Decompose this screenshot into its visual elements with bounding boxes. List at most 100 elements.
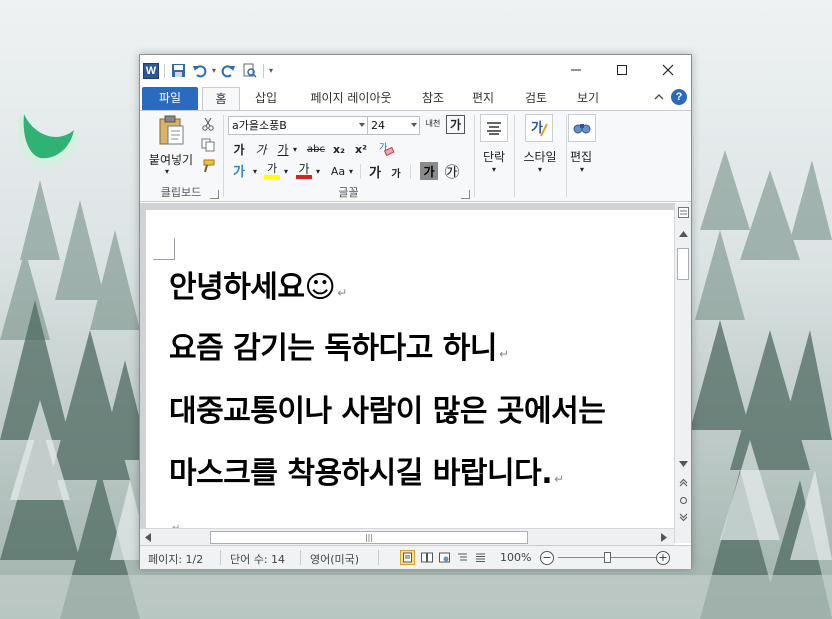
doc-line-4[interactable]: 마스크를 착용하시길 바랍니다. ↵	[169, 448, 564, 492]
font-name-dropdown-icon[interactable]	[359, 123, 365, 127]
doc-line-1-text: 안녕하세요☺	[169, 270, 336, 305]
editing-button[interactable]: 편집	[561, 148, 601, 165]
tab-references[interactable]: 참조	[416, 87, 450, 110]
document-area: 안녕하세요☺ ↵ 요즘 감기는 독하다고 하니 ↵ 대중교통이나 사람이 많은 곳에…	[140, 203, 691, 543]
vertical-scroll-thumb[interactable]	[677, 248, 689, 280]
scroll-left-icon[interactable]	[145, 533, 151, 542]
language-indicator[interactable]: 영어(미국)	[310, 551, 359, 567]
paragraph-dropdown-icon[interactable]: ▾	[489, 164, 499, 174]
zoom-out-button[interactable]: −	[540, 551, 554, 565]
tab-home[interactable]: 홈	[202, 87, 240, 111]
tab-mailings[interactable]: 편지	[466, 87, 500, 110]
styles-group: 가 스타일 ▾	[515, 111, 565, 202]
paragraph-icon[interactable]	[480, 114, 508, 142]
doc-line-1[interactable]: 안녕하세요☺ ↵	[169, 262, 347, 306]
undo-dropdown-icon[interactable]: ▾	[212, 66, 216, 75]
word-app-icon[interactable]: W	[143, 62, 159, 79]
styles-button[interactable]: 스타일	[515, 148, 565, 165]
undo-icon[interactable]	[191, 62, 208, 79]
full-screen-reading-view-icon[interactable]	[419, 550, 434, 565]
save-icon[interactable]	[170, 62, 187, 79]
italic-button[interactable]: 가	[252, 140, 270, 158]
scroll-up-icon[interactable]	[679, 231, 688, 237]
underline-dropdown-icon[interactable]: ▾	[290, 140, 300, 158]
ruler-toggle-icon[interactable]	[678, 207, 689, 218]
shrink-font-button[interactable]: 가	[388, 164, 404, 180]
qat-separator	[164, 63, 165, 78]
maximize-button[interactable]	[599, 55, 645, 84]
print-preview-icon[interactable]	[241, 62, 258, 79]
tab-view[interactable]: 보기	[571, 87, 605, 110]
text-effects-button[interactable]: 가	[230, 162, 252, 180]
collapse-ribbon-icon[interactable]	[654, 93, 664, 101]
paste-button[interactable]: 붙여넣기	[144, 151, 198, 168]
help-icon[interactable]: ?	[671, 89, 687, 105]
tab-review[interactable]: 검토	[519, 87, 553, 110]
paragraph-button[interactable]: 단락	[475, 148, 513, 165]
change-case-button[interactable]: Aa	[328, 162, 348, 180]
font-row-separator	[360, 164, 361, 179]
scroll-right-icon[interactable]	[661, 533, 667, 542]
web-layout-view-icon[interactable]	[437, 550, 452, 565]
word-count[interactable]: 단어 수: 14	[230, 551, 285, 567]
font-color-button[interactable]: 가	[294, 161, 314, 181]
font-name-input[interactable]: a가을소풍B	[228, 116, 368, 135]
horizontal-scrollbar[interactable]: |||	[140, 528, 674, 545]
doc-line-2[interactable]: 요즘 감기는 독하다고 하니 ↵	[169, 323, 509, 367]
draft-view-icon[interactable]	[473, 550, 488, 565]
vertical-scrollbar[interactable]	[674, 203, 691, 543]
tab-file[interactable]: 파일	[142, 87, 198, 110]
font-color-dropdown-icon[interactable]: ▾	[314, 162, 322, 180]
cut-icon[interactable]	[200, 116, 216, 132]
redo-icon[interactable]	[220, 62, 237, 79]
enclose-characters-button[interactable]: ㉮	[442, 161, 462, 181]
next-page-icon[interactable]	[679, 513, 688, 522]
horizontal-scroll-thumb[interactable]: |||	[210, 531, 528, 544]
text-effects-dropdown-icon[interactable]: ▾	[251, 162, 259, 180]
highlight-button[interactable]: 가	[262, 161, 282, 181]
grow-font-button[interactable]: 가	[366, 162, 384, 181]
font-size-input[interactable]: 24	[367, 116, 420, 135]
tab-page-layout[interactable]: 페이지 레이아웃	[298, 87, 404, 110]
bold-button[interactable]: 가	[230, 140, 248, 158]
phonetic-guide-label: 내천	[425, 119, 441, 128]
find-icon[interactable]	[568, 114, 596, 142]
format-painter-icon[interactable]	[200, 158, 216, 174]
clipboard-launcher-icon[interactable]	[210, 190, 219, 199]
font-row-separator	[410, 164, 411, 179]
print-layout-view-icon[interactable]	[400, 550, 415, 565]
styles-dropdown-icon[interactable]: ▾	[535, 164, 545, 174]
highlight-dropdown-icon[interactable]: ▾	[282, 162, 290, 180]
previous-page-icon[interactable]	[679, 478, 688, 487]
zoom-slider-thumb[interactable]	[604, 552, 611, 563]
character-shading-button[interactable]: 가	[420, 162, 438, 180]
character-border-button[interactable]: 가	[446, 115, 465, 134]
subscript-button[interactable]: x₂	[330, 140, 348, 158]
doc-line-3[interactable]: 대중교통이나 사람이 많은 곳에서는	[169, 386, 606, 430]
scroll-down-icon[interactable]	[679, 461, 688, 467]
paste-icon[interactable]	[154, 114, 188, 148]
clear-formatting-icon[interactable]: 가	[376, 138, 396, 158]
copy-icon[interactable]	[200, 137, 216, 153]
close-button[interactable]	[645, 55, 691, 84]
minimize-button[interactable]	[553, 55, 599, 84]
editing-dropdown-icon[interactable]: ▾	[577, 164, 587, 174]
paste-dropdown-icon[interactable]: ▾	[162, 167, 172, 176]
change-case-dropdown-icon[interactable]: ▾	[347, 162, 355, 180]
phonetic-guide-button[interactable]: 내천	[424, 114, 442, 134]
zoom-level[interactable]: 100%	[500, 551, 531, 564]
styles-icon[interactable]: 가	[525, 114, 553, 142]
document-page[interactable]: 안녕하세요☺ ↵ 요즘 감기는 독하다고 하니 ↵ 대중교통이나 사람이 많은 곳에…	[146, 210, 674, 530]
tab-insert[interactable]: 삽입	[248, 87, 284, 110]
page-count[interactable]: 페이지: 1/2	[148, 551, 203, 567]
font-launcher-icon[interactable]	[461, 190, 470, 199]
superscript-button[interactable]: x²	[352, 140, 370, 158]
select-browse-object-icon[interactable]	[679, 496, 688, 505]
font-size-dropdown-icon[interactable]	[411, 123, 417, 127]
zoom-in-button[interactable]: +	[656, 551, 670, 565]
outline-view-icon[interactable]	[455, 550, 470, 565]
strikethrough-button[interactable]: abc	[304, 140, 328, 158]
minimize-icon	[571, 69, 581, 70]
customize-qat-icon[interactable]: ▾	[269, 66, 273, 75]
desktop-app-logo[interactable]	[10, 100, 85, 172]
